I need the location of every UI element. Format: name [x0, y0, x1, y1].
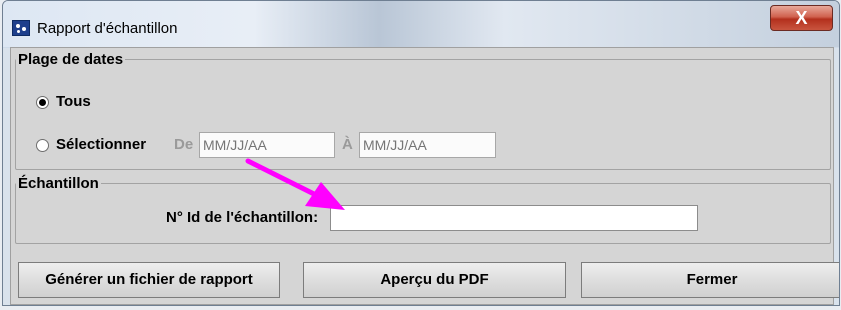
annotation-arrow [245, 158, 345, 210]
annotation-arrow-shaft [245, 158, 321, 199]
annotation-arrow-head [305, 182, 345, 210]
